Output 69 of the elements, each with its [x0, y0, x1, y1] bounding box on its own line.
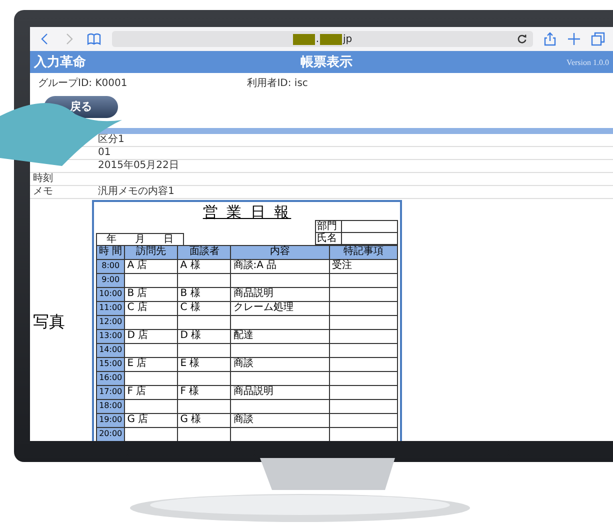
report-title: 営 業 日 報: [202, 202, 292, 220]
user-info-text: グループID: K0001: [38, 76, 128, 90]
url-text: jp: [343, 34, 352, 44]
time-cell: 9:00: [96, 273, 125, 287]
column-header: 内容: [230, 245, 330, 259]
column-header: 訪問先: [124, 245, 178, 259]
date-label: 日: [164, 234, 174, 244]
table-cell: 商談:A 品: [230, 259, 330, 273]
table-cell: E 様: [178, 357, 231, 371]
book-icon[interactable]: [86, 32, 102, 46]
table-cell: G 様: [178, 413, 231, 427]
column-header: 特記事項: [329, 245, 398, 259]
page-title: 帳票表示: [299, 54, 354, 71]
time-cell: 16:00: [96, 371, 125, 385]
table-cell: 商品説明: [230, 287, 330, 301]
field-value: 01: [98, 146, 111, 158]
table-cell: クレーム処理: [230, 301, 330, 315]
redaction-block: [292, 34, 315, 44]
plus-icon[interactable]: [567, 32, 581, 46]
field-label: 部門: [315, 220, 342, 232]
reload-icon[interactable]: [517, 34, 527, 44]
user-info-text: 利用者ID: isc: [247, 76, 308, 90]
blank-field: [341, 232, 398, 244]
tabs-icon[interactable]: [591, 32, 605, 46]
table-cell: 商品説明: [230, 385, 330, 399]
column-header: 面談者: [178, 245, 231, 259]
field-value: 汎用メモの内容1: [98, 186, 174, 196]
table-cell: B 店: [124, 287, 178, 301]
table-cell: 商談: [230, 357, 330, 371]
time-cell: 17:00: [96, 385, 125, 399]
field-value: 区分1: [98, 134, 124, 144]
field-label: 時刻: [33, 172, 53, 184]
share-icon[interactable]: [543, 32, 557, 46]
date-label: 月: [134, 234, 145, 244]
time-cell: 10:00: [96, 287, 125, 301]
address-bar[interactable]: . jp: [112, 31, 533, 47]
table-cell: D 様: [178, 329, 231, 343]
field-label: 写真: [33, 312, 65, 332]
table-cell: C 店: [124, 301, 178, 315]
field-value: 2015年05月22日: [98, 160, 179, 170]
field-label: メモ: [33, 186, 53, 196]
column-header: 時 間: [96, 245, 125, 259]
table-cell: B 様: [178, 287, 231, 301]
table-cell: G 店: [124, 413, 178, 427]
time-cell: 12:00: [96, 315, 125, 329]
time-cell: 19:00: [96, 413, 125, 427]
time-cell: 13:00: [96, 329, 125, 343]
table-cell: D 店: [124, 329, 178, 343]
time-cell: 8:00: [96, 259, 125, 273]
table-cell: 商談: [230, 413, 330, 427]
version-label: Version 1.0.0: [566, 58, 609, 66]
time-cell: 14:00: [96, 343, 125, 357]
redaction-block: [320, 34, 342, 44]
time-cell: 11:00: [96, 301, 125, 315]
table-cell: E 店: [124, 357, 178, 371]
table-cell: A 店: [124, 259, 178, 273]
table-cell: F 様: [178, 385, 231, 399]
url-text: .: [316, 34, 320, 44]
table-cell: 受注: [329, 259, 398, 273]
app-title: 入力革命: [34, 54, 86, 71]
table-cell: F 店: [124, 385, 178, 399]
time-cell: 20:00: [96, 427, 125, 441]
time-cell: 15:00: [96, 357, 125, 371]
table-cell: C 様: [178, 301, 231, 315]
date-label: 年: [106, 234, 116, 244]
table-cell: 配達: [230, 329, 330, 343]
time-cell: 18:00: [96, 399, 125, 413]
blank-field: [341, 220, 398, 232]
table-cell: A 様: [178, 259, 231, 273]
